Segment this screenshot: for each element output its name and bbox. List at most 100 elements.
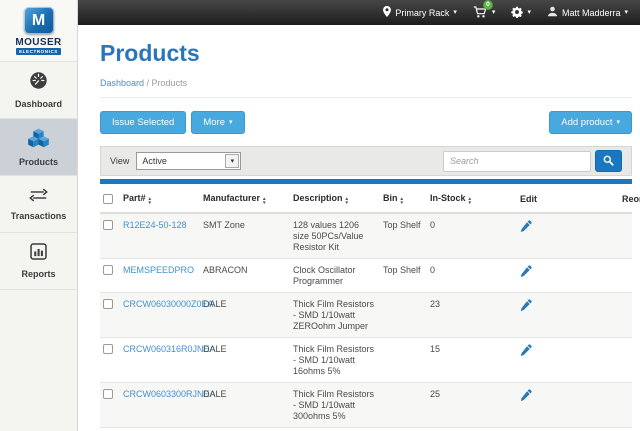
brand-logo: M MOUSER ELECTRONICS [0,0,77,62]
more-button[interactable]: More ▾ [191,111,244,134]
sidebar-item-transactions[interactable]: Transactions [0,176,77,233]
part-number-link[interactable]: MEMSPEEDPRO [123,265,194,275]
edit-pencil-icon[interactable] [520,344,532,359]
manufacturer-cell: DALE [200,338,290,383]
column-label: Bin [383,193,398,203]
column-header-description[interactable]: Description▴▾ [290,185,380,213]
action-toolbar: Issue Selected More ▾ Add product ▾ [100,111,632,134]
product-cubes-icon [28,128,49,153]
column-header-edit: Edit [517,185,619,213]
description-cell: Clock Oscillator Programmer [290,259,380,293]
sidebar-item-label: Products [19,157,58,167]
breadcrumb-dashboard-link[interactable]: Dashboard [100,78,144,88]
sort-icon[interactable]: ▴▾ [346,197,349,205]
transfer-arrows-icon [29,188,48,207]
part-number-link[interactable]: CRCW06030000Z0EA [123,299,214,309]
edit-pencil-icon[interactable] [520,265,532,280]
bin-cell [380,383,427,428]
rack-label: Primary Rack [395,8,449,18]
sort-icon[interactable]: ▴▾ [149,197,152,205]
reorder-cell [619,293,632,338]
search-input[interactable] [443,151,591,172]
add-product-button[interactable]: Add product ▾ [549,111,632,134]
sort-icon[interactable]: ▴▾ [401,197,404,205]
sidebar: M MOUSER ELECTRONICS [0,0,78,431]
select-arrow-icon: ▾ [225,154,239,168]
part-number-link[interactable]: R12E24-50-128 [123,220,187,230]
reorder-cell [619,213,632,259]
edit-pencil-icon[interactable] [520,220,532,235]
chevron-down-icon: ▾ [616,119,620,126]
breadcrumb: Dashboard / Products [100,78,632,98]
bin-cell: Top Shelf [380,213,427,259]
column-label: Edit [520,194,537,204]
column-header-manufacturer[interactable]: Manufacturer▴▾ [200,185,290,213]
column-header-part[interactable]: Part#▴▾ [120,185,200,213]
reorder-cell [619,383,632,428]
sidebar-item-products[interactable]: Products [0,119,77,176]
column-header-reorder: Reorder [619,185,632,213]
cart-count-badge: 0 [483,0,493,10]
brand-name: MOUSER [15,37,61,48]
user-menu[interactable]: Matt Madderra ▾ [547,6,628,19]
cart-menu[interactable]: 0 ▾ [473,6,496,20]
gear-icon [511,6,523,20]
row-checkbox[interactable] [103,389,113,399]
main-content: Products Dashboard / Products Issue Sele… [78,25,640,431]
manufacturer-cell: DALE [200,293,290,338]
description-cell: 128 values 1206 size 50PCs/Value Resisto… [290,213,380,259]
bin-cell [380,428,427,431]
row-checkbox[interactable] [103,299,113,309]
chevron-down-icon: ▾ [229,119,233,126]
edit-pencil-icon[interactable] [520,389,532,404]
location-pin-icon [383,6,391,19]
sort-icon[interactable]: ▴▾ [469,197,472,205]
manufacturer-cell: SMT Zone [200,213,290,259]
logo-letter: M [32,12,45,30]
part-number-link[interactable]: CRCW060316R0JNEA [123,344,216,354]
page-title: Products [100,40,632,67]
part-number-link[interactable]: CRCW0603300RJNEA [123,389,216,399]
add-product-label: Add product [561,117,612,128]
sidebar-item-label: Dashboard [15,99,62,109]
description-cell: Thick Film Resistors - SMD 1/10watt 5.1K… [290,428,380,431]
mouser-logo-icon: M [24,7,54,34]
row-checkbox[interactable] [103,344,113,354]
manufacturer-cell: DALE [200,383,290,428]
edit-pencil-icon[interactable] [520,299,532,314]
sidebar-item-label: Transactions [11,211,67,221]
search-button[interactable] [595,150,622,172]
in-stock-cell: 15 [427,338,517,383]
sidebar-item-label: Reports [21,269,55,279]
issue-selected-button[interactable]: Issue Selected [100,111,186,134]
column-label: Manufacturer [203,193,260,203]
dashboard-gauge-icon [29,71,48,95]
breadcrumb-current: Products [152,78,188,88]
column-label: Part# [123,193,146,203]
table-row: CRCW060316R0JNEA DALE Thick Film Resisto… [100,338,632,383]
in-stock-cell: 0 [427,259,517,293]
table-row: R12E24-50-128 SMT Zone 128 values 1206 s… [100,213,632,259]
app-window: M MOUSER ELECTRONICS [0,0,640,431]
sidebar-item-dashboard[interactable]: Dashboard [0,62,77,119]
manufacturer-cell: ABRACON [200,259,290,293]
table-row: MEMSPEEDPRO ABRACON Clock Oscillator Pro… [100,259,632,293]
in-stock-cell: 25 [427,428,517,431]
sort-icon[interactable]: ▴▾ [263,197,266,205]
more-label: More [203,117,225,128]
row-checkbox[interactable] [103,220,113,230]
in-stock-cell: 25 [427,383,517,428]
row-checkbox[interactable] [103,265,113,275]
column-header-bin[interactable]: Bin▴▾ [380,185,427,213]
bin-cell [380,338,427,383]
sidebar-item-reports[interactable]: Reports [0,233,77,290]
select-all-checkbox[interactable] [103,194,113,204]
chevron-down-icon: ▾ [624,9,628,16]
view-label: View [110,156,129,166]
view-select[interactable]: Active ▾ [136,152,241,170]
settings-menu[interactable]: ▾ [511,6,531,20]
column-header-in-stock[interactable]: In-Stock▴▾ [427,185,517,213]
table-header: Part#▴▾ Manufacturer▴▾ Description▴▾ Bin… [100,185,632,213]
user-icon [547,6,558,19]
rack-selector[interactable]: Primary Rack ▾ [383,6,457,19]
